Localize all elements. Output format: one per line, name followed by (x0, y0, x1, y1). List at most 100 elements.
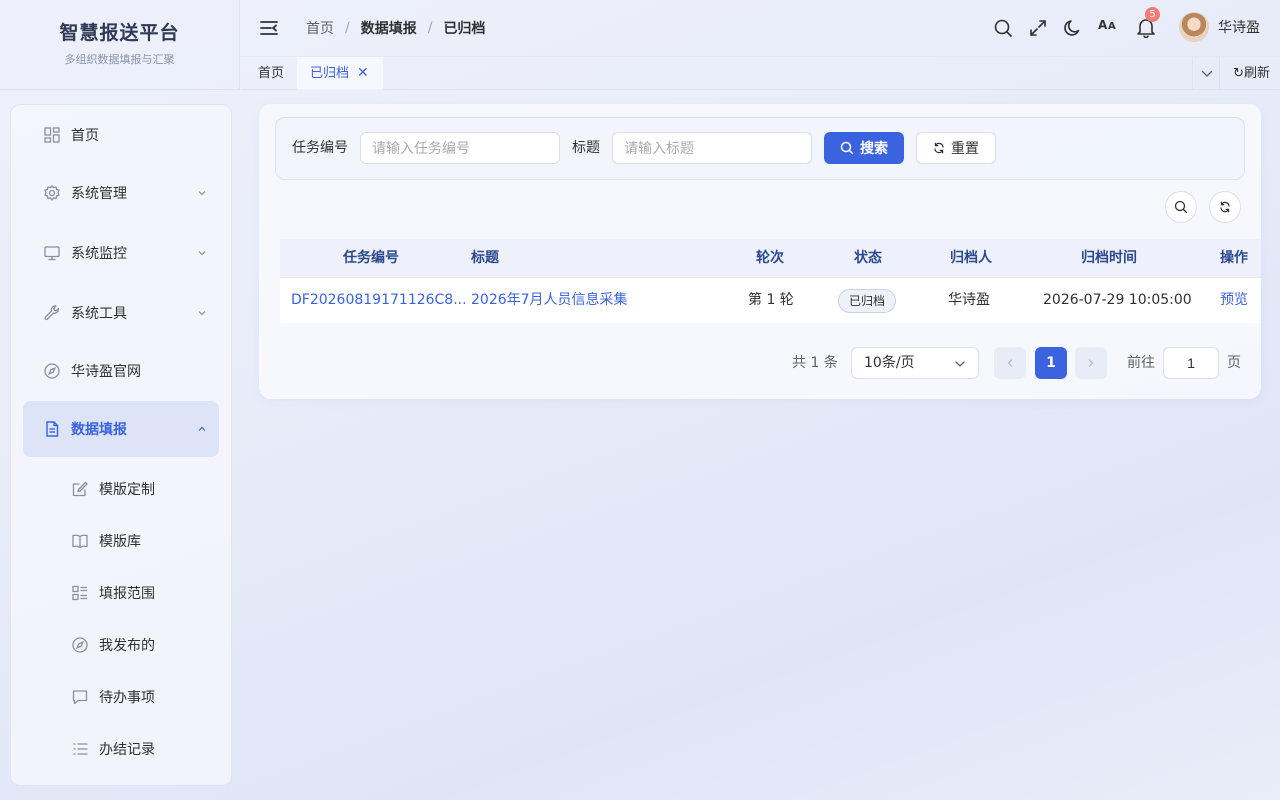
sidebar-subitem-template-custom[interactable]: 模版定制 (23, 463, 219, 515)
refresh-icon (1220, 201, 1230, 213)
font-size-icon[interactable]: A A (1098, 16, 1118, 36)
cell-archiver: 华诗盈 (948, 292, 990, 308)
table-header: 任务编号 标题 轮次 状态 归档人 归档时间 操作 (280, 239, 1261, 278)
refresh-table-button[interactable] (1209, 191, 1241, 223)
page-size-select[interactable]: 10条/页 (851, 347, 979, 379)
wrench-icon (44, 305, 60, 321)
sidebar-subitem-label: 待办事项 (99, 690, 155, 706)
username[interactable]: 华诗盈 (1218, 0, 1260, 56)
cell-task-no[interactable]: DF20260819171126C8... (291, 278, 467, 323)
chevron-down-icon (955, 361, 965, 367)
chat-icon (72, 690, 88, 705)
column-header-archiver: 归档人 (950, 250, 992, 266)
preview-link[interactable]: 预览 (1220, 278, 1248, 323)
sidebar-item-system-monitor[interactable]: 系统监控 (23, 225, 219, 281)
dark-mode-icon[interactable] (1063, 18, 1083, 38)
toggle-search-button[interactable] (1165, 191, 1197, 223)
monitor-icon (44, 246, 60, 261)
refresh-icon: ↻ (1233, 66, 1244, 81)
column-header-status: 状态 (854, 250, 882, 266)
chevron-down-icon (198, 191, 206, 196)
navbar: 首页 / 数据填报 / 已归档 A A 5 华诗盈 (241, 0, 1280, 56)
tags-dropdown-button[interactable] (1192, 57, 1220, 90)
prev-page-button[interactable] (994, 347, 1026, 379)
compass-icon (44, 363, 60, 379)
table-row[interactable]: DF20260819171126C8... 2026年7月人员信息采集 第 1 … (280, 278, 1261, 323)
fullscreen-icon[interactable] (1028, 18, 1048, 38)
sidebar-subitem-label: 办结记录 (99, 742, 155, 758)
task-no-label: 任务编号 (292, 140, 348, 156)
gear-icon (44, 184, 60, 202)
column-header-round: 轮次 (756, 250, 784, 266)
chevron-left-icon (1007, 359, 1013, 367)
search-form: 任务编号 标题 搜索 重置 (275, 117, 1245, 180)
compass-icon (72, 637, 88, 653)
refresh-tab-button[interactable]: ↻刷新 (1233, 57, 1270, 90)
sidebar-subitem-label: 填报范围 (99, 586, 155, 602)
cell-title[interactable]: 2026年7月人员信息采集 (471, 278, 628, 323)
goto-page-input[interactable] (1163, 347, 1219, 379)
tag-archived[interactable]: 已归档 ✕ (297, 57, 383, 90)
chevron-right-icon (1088, 359, 1094, 367)
tag-home[interactable]: 首页 (258, 57, 284, 90)
pagination: 共 1 条 10条/页 1 前往 页 (259, 347, 1261, 379)
refresh-label: 刷新 (1243, 66, 1270, 81)
navbar-tools: A A 5 华诗盈 (241, 0, 1280, 56)
sidebar-subitem-label: 我发布的 (99, 638, 155, 654)
logo-area: 智慧报送平台 多组织数据填报与汇聚 (0, 0, 240, 90)
sidebar-subitem-completed-records[interactable]: 办结记录 (23, 723, 219, 775)
sidebar-subitem-template-library[interactable]: 模版库 (23, 515, 219, 567)
title-input[interactable] (612, 132, 812, 164)
app-subtitle: 多组织数据填报与汇聚 (64, 53, 175, 66)
close-icon[interactable]: ✕ (357, 57, 369, 90)
sidebar-item-home[interactable]: 首页 (23, 107, 219, 163)
goto-label: 前往 (1127, 355, 1155, 371)
sidebar-subitem-label: 模版库 (99, 534, 141, 550)
search-icon[interactable] (993, 18, 1013, 38)
document-icon (46, 421, 59, 437)
search-button[interactable]: 搜索 (824, 132, 904, 164)
status-badge: 已归档 (838, 289, 897, 313)
reset-button[interactable]: 重置 (916, 132, 996, 164)
reset-button-label: 重置 (951, 141, 979, 157)
notification-badge: 5 (1145, 7, 1160, 22)
sidebar-subitem-my-published[interactable]: 我发布的 (23, 619, 219, 671)
tag-archived-label: 已归档 (310, 66, 350, 81)
refresh-icon (934, 142, 944, 154)
sidebar: 首页 系统管理 系统监控 系统工具 华诗盈官网 数据填报 模版定制 模版库 填报… (10, 104, 232, 786)
sidebar-item-label: 华诗盈官网 (71, 364, 141, 380)
dashboard-icon (44, 127, 60, 143)
sidebar-subitem-todo[interactable]: 待办事项 (23, 671, 219, 723)
title-label: 标题 (572, 140, 600, 156)
sidebar-item-label: 系统监控 (71, 246, 127, 262)
page-size-value: 10条/页 (864, 355, 915, 371)
chevron-down-icon (198, 311, 206, 316)
sidebar-item-label: 系统工具 (71, 306, 127, 322)
sidebar-item-system-tools[interactable]: 系统工具 (23, 285, 219, 341)
pagination-total: 共 1 条 (792, 355, 838, 371)
sidebar-item-system-management[interactable]: 系统管理 (23, 165, 219, 221)
sidebar-item-official-site[interactable]: 华诗盈官网 (23, 343, 219, 399)
list-grid-icon (72, 585, 87, 601)
archived-table: 任务编号 标题 轮次 状态 归档人 归档时间 操作 DF202608191711… (280, 239, 1261, 323)
svg-text:A: A (1098, 18, 1108, 32)
task-no-input[interactable] (360, 132, 560, 164)
column-header-action: 操作 (1220, 250, 1248, 266)
sidebar-subitem-label: 模版定制 (99, 482, 155, 498)
app-title: 智慧报送平台 (59, 22, 180, 44)
chevron-down-icon (198, 251, 206, 256)
page-number-button[interactable]: 1 (1035, 347, 1067, 379)
avatar[interactable] (1179, 12, 1209, 42)
book-icon (72, 534, 88, 549)
chevron-up-icon (198, 426, 206, 431)
column-header-task-no: 任务编号 (343, 250, 399, 266)
column-header-title: 标题 (471, 250, 499, 266)
sidebar-item-data-fill[interactable]: 数据填报 (23, 401, 219, 457)
sidebar-subitem-fill-scope[interactable]: 填报范围 (23, 567, 219, 619)
sidebar-item-label: 系统管理 (71, 186, 127, 202)
next-page-button[interactable] (1075, 347, 1107, 379)
tags-view-bar: 首页 已归档 ✕ ↻刷新 (241, 56, 1280, 90)
edit-icon (72, 481, 88, 497)
list-icon (73, 743, 88, 755)
page-suffix-label: 页 (1227, 355, 1241, 371)
